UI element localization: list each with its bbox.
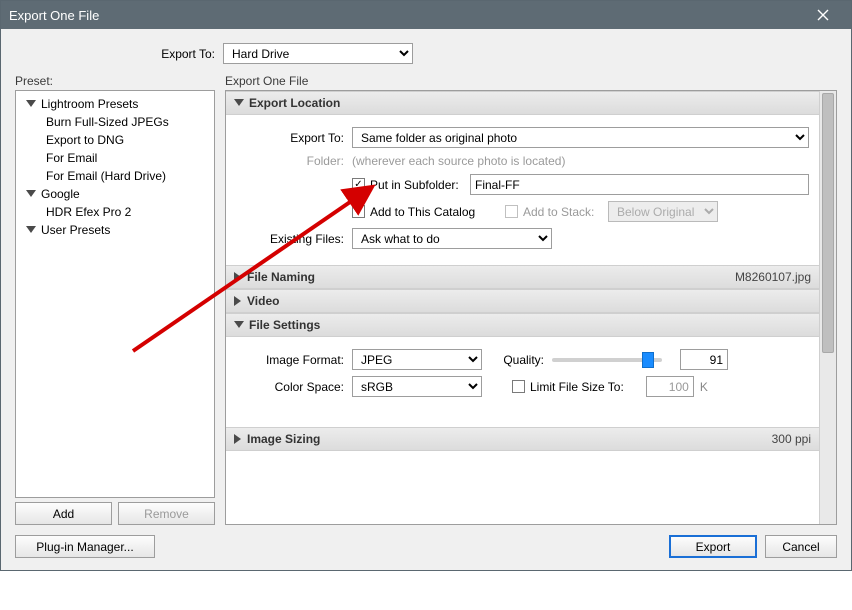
- preset-item[interactable]: Burn Full-Sized JPEGs: [16, 113, 214, 131]
- window-title: Export One File: [9, 8, 803, 23]
- preset-column: Preset: Lightroom Presets Burn Full-Size…: [15, 74, 215, 525]
- file-settings-body: Image Format: JPEG Quality: Color Space:…: [226, 337, 819, 413]
- stack-select: Below Original: [608, 201, 718, 222]
- folder-label: Folder:: [236, 154, 352, 168]
- chevron-down-icon: [26, 100, 36, 107]
- color-space-select[interactable]: sRGB: [352, 376, 482, 397]
- limit-filesize-input[interactable]: [646, 376, 694, 397]
- chevron-down-icon: [26, 226, 36, 233]
- preset-group-google[interactable]: Google: [16, 185, 214, 203]
- remove-button: Remove: [118, 502, 215, 525]
- existing-files-select[interactable]: Ask what to do: [352, 228, 552, 249]
- columns: Preset: Lightroom Presets Burn Full-Size…: [15, 74, 837, 525]
- export-to-select[interactable]: Hard Drive: [223, 43, 413, 64]
- preset-item[interactable]: For Email (Hard Drive): [16, 167, 214, 185]
- export-to-row: Export To: Hard Drive: [15, 43, 837, 64]
- folder-hint: (wherever each source photo is located): [352, 154, 565, 168]
- quality-label: Quality:: [482, 353, 552, 367]
- chevron-right-icon: [234, 434, 241, 444]
- chevron-down-icon: [234, 321, 244, 328]
- scrollbar-thumb[interactable]: [822, 93, 834, 353]
- section-file-naming[interactable]: File NamingM8260107.jpg: [226, 265, 819, 289]
- put-in-subfolder-label: Put in Subfolder:: [370, 178, 470, 192]
- dialog-body: Export To: Hard Drive Preset: Lightroom …: [1, 29, 851, 570]
- color-space-label: Color Space:: [236, 380, 352, 394]
- chevron-down-icon: [26, 190, 36, 197]
- preset-item[interactable]: Export to DNG: [16, 131, 214, 149]
- image-format-select[interactable]: JPEG: [352, 349, 482, 370]
- section-file-settings[interactable]: File Settings: [226, 313, 819, 337]
- existing-files-label: Existing Files:: [236, 232, 352, 246]
- limit-filesize-label: Limit File Size To:: [530, 380, 624, 394]
- add-catalog-checkbox[interactable]: [352, 205, 365, 218]
- preset-list[interactable]: Lightroom Presets Burn Full-Sized JPEGs …: [15, 90, 215, 498]
- export-location-body: Export To: Same folder as original photo…: [226, 115, 819, 265]
- section-image-sizing[interactable]: Image Sizing300 ppi: [226, 427, 819, 451]
- quality-input[interactable]: [680, 349, 728, 370]
- limit-filesize-checkbox[interactable]: [512, 380, 525, 393]
- titlebar: Export One File: [1, 1, 851, 29]
- slider-handle-icon[interactable]: [642, 352, 654, 368]
- subfolder-input[interactable]: [470, 174, 809, 195]
- chevron-right-icon: [234, 296, 241, 306]
- settings-column: Export One File Export Location Export T…: [225, 74, 837, 525]
- file-naming-value: M8260107.jpg: [735, 270, 811, 284]
- add-stack-label: Add to Stack:: [523, 205, 608, 219]
- scrollbar[interactable]: [819, 91, 836, 524]
- settings-panel: Export Location Export To: Same folder a…: [225, 90, 837, 525]
- close-button[interactable]: [803, 1, 843, 29]
- cancel-button[interactable]: Cancel: [765, 535, 837, 558]
- chevron-right-icon: [234, 272, 241, 282]
- preset-group-lightroom[interactable]: Lightroom Presets: [16, 95, 214, 113]
- image-format-label: Image Format:: [236, 353, 352, 367]
- section-video[interactable]: Video: [226, 289, 819, 313]
- chevron-down-icon: [234, 99, 244, 106]
- add-button[interactable]: Add: [15, 502, 112, 525]
- preset-buttons: Add Remove: [15, 502, 215, 525]
- quality-slider[interactable]: [552, 358, 662, 362]
- put-in-subfolder-checkbox[interactable]: ✓: [352, 178, 365, 191]
- plugin-manager-button[interactable]: Plug-in Manager...: [15, 535, 155, 558]
- export-to-label2: Export To:: [236, 131, 352, 145]
- section-export-location[interactable]: Export Location: [226, 91, 819, 115]
- settings-inner: Export Location Export To: Same folder a…: [226, 91, 819, 524]
- image-sizing-value: 300 ppi: [772, 432, 811, 446]
- export-to-label: Export To:: [15, 47, 223, 61]
- add-stack-checkbox: [505, 205, 518, 218]
- preset-item[interactable]: HDR Efex Pro 2: [16, 203, 214, 221]
- preset-group-user[interactable]: User Presets: [16, 221, 214, 239]
- settings-label: Export One File: [225, 74, 837, 88]
- export-button[interactable]: Export: [669, 535, 757, 558]
- preset-label: Preset:: [15, 74, 215, 88]
- preset-item[interactable]: For Email: [16, 149, 214, 167]
- footer: Plug-in Manager... Export Cancel: [15, 525, 837, 558]
- export-to-location-select[interactable]: Same folder as original photo: [352, 127, 809, 148]
- add-catalog-label: Add to This Catalog: [370, 205, 505, 219]
- limit-unit: K: [700, 380, 708, 394]
- close-icon: [817, 9, 829, 21]
- export-dialog: Export One File Export To: Hard Drive Pr…: [0, 0, 852, 571]
